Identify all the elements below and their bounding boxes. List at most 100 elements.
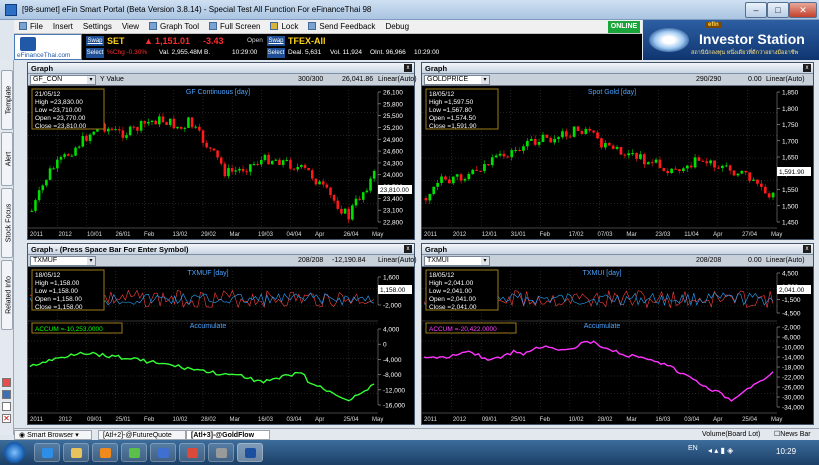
menu-insert[interactable]: Insert [48, 20, 78, 34]
flow-chart[interactable]: TXMUF [day] 18/05/12 High =1,158.00 Low =1,… [28, 267, 414, 424]
scale-mode[interactable]: Linear(Auto) [378, 75, 417, 85]
candle-body [238, 168, 241, 171]
page-icon[interactable] [2, 402, 11, 411]
graph-tool-icon [149, 22, 158, 30]
panel-header: Graph x [422, 244, 813, 255]
scale-mode[interactable]: Linear(Auto) [766, 75, 805, 85]
close-button[interactable]: ✕ [789, 2, 817, 18]
tab-gold-flow[interactable]: [Atl+3]-@GoldFlow [186, 430, 270, 440]
taskbar-app-4[interactable] [208, 443, 234, 462]
scale-mode[interactable]: Linear(Auto) [766, 256, 805, 266]
y-tick-label: 1,650 [782, 155, 799, 162]
menu-view[interactable]: View [117, 20, 144, 34]
taskbar-efin[interactable] [237, 443, 263, 462]
tray-icons[interactable]: ◂ ▴ ▮ ◈ [708, 446, 733, 455]
start-button[interactable] [4, 442, 25, 463]
candle-body [310, 170, 314, 179]
candle-body [77, 146, 81, 148]
y-tick-label: -12,000 [383, 387, 405, 394]
candle-body [603, 143, 607, 148]
taskbar-app-1[interactable] [121, 443, 147, 462]
y-tick-label: -4,500 [782, 311, 801, 318]
menu-debug[interactable]: Debug [380, 20, 414, 34]
tfex-select-button[interactable]: Select [267, 48, 285, 58]
taskbar-media[interactable] [92, 443, 118, 462]
series-title: GF Continuous [day] [186, 89, 250, 96]
symbol-dropdown[interactable]: GOLDPRICE ▾ [424, 75, 490, 85]
volume-board-lot[interactable]: Volume(Board Lot) [698, 430, 770, 440]
app-blue-icon [158, 448, 169, 458]
tfex-swap-button[interactable]: Swap [267, 36, 285, 46]
tab-stock-focus[interactable]: Stock Focus [1, 188, 13, 258]
candle-body [259, 159, 263, 165]
panel-toolbar: TXMUI ▾ 208/208 0.00 Linear(Auto) [422, 255, 813, 267]
maximize-button[interactable]: □ [767, 2, 789, 18]
candle-body [525, 140, 529, 147]
menu-full-screen[interactable]: Full Screen [204, 20, 265, 34]
candle-body [332, 195, 336, 201]
candle-body [600, 138, 603, 148]
panel-close-icon[interactable]: x [404, 245, 412, 253]
x-tick-label: 26/04 [344, 232, 360, 238]
scale-mode[interactable]: Linear(Auto) [378, 256, 417, 266]
smart-browser-tab[interactable]: ◉ Smart Browser ▾ [14, 430, 92, 440]
x-tick-label: May [771, 417, 782, 423]
candle-body [212, 148, 216, 151]
candle-body [576, 126, 580, 131]
tab-template[interactable]: Template [1, 70, 13, 130]
efinance-logo[interactable]: eFinanceThai.com [14, 34, 82, 60]
flow-chart[interactable]: TXMUI [day] 18/05/12 High =2,041.00 Low =2,… [422, 267, 813, 424]
minimize-button[interactable]: – [745, 2, 767, 18]
x-tick-label: Feb [144, 417, 155, 423]
set-select-button[interactable]: Select [86, 48, 104, 58]
y-tick-label: 24,600 [383, 149, 403, 156]
taskbar-app-2[interactable] [150, 443, 176, 462]
menu-file[interactable]: File [14, 20, 48, 34]
y-tick-label: 1,750 [782, 122, 799, 129]
x-tick-label: Mar [230, 417, 240, 423]
x-tick-label: 2012 [453, 417, 467, 423]
tab-related-info[interactable]: Related Info [1, 260, 13, 330]
save-icon[interactable] [2, 390, 11, 399]
ohlc-info-line: Close =2,041.00 [429, 304, 477, 311]
candle-body [759, 183, 763, 187]
y-tick-label: -16,000 [383, 403, 405, 410]
candle-body [693, 157, 697, 168]
record-icon[interactable] [2, 378, 11, 387]
investor-station-banner[interactable]: efin Investor Station สถานีนักลงทุน หนึ่… [643, 20, 819, 60]
taskbar-explorer[interactable] [63, 443, 89, 462]
clock[interactable]: 10:29 [776, 447, 796, 456]
ohlc-info-line: Low =23,710.00 [35, 107, 82, 114]
menu-send-feedback[interactable]: Send Feedback [303, 20, 380, 34]
tab-future-quote[interactable]: [Atl+2]-@FutureQuote [98, 430, 186, 440]
taskbar-app-3[interactable] [179, 443, 205, 462]
candlestick-chart[interactable]: GF Continuous [day] 21/05/12 High =23,830.… [28, 86, 414, 239]
folder-icon [71, 448, 82, 458]
symbol-dropdown[interactable]: GF_CON ▾ [30, 75, 96, 85]
set-swap-button[interactable]: Swap [86, 36, 104, 46]
candle-body [701, 160, 705, 162]
menu-settings[interactable]: Settings [78, 20, 117, 34]
menu-send-feedback-label: Send Feedback [319, 22, 376, 31]
candle-body [343, 208, 347, 214]
taskbar-ie[interactable] [34, 443, 60, 462]
delete-icon[interactable]: ✕ [2, 414, 11, 423]
news-bar-toggle[interactable]: ☐News Bar [770, 430, 818, 440]
menu-graph-tool[interactable]: Graph Tool [144, 20, 204, 34]
candle-body [340, 208, 343, 214]
candle-body [158, 116, 161, 125]
tab-alert[interactable]: Alert [1, 132, 13, 186]
menu-lock[interactable]: Lock [265, 20, 303, 34]
panel-close-icon[interactable]: x [803, 245, 811, 253]
candle-body [510, 150, 514, 158]
y-tick-label: -18,000 [782, 365, 804, 372]
x-tick-label: 07/03 [598, 232, 614, 238]
symbol-dropdown[interactable]: TXMUI ▾ [424, 256, 490, 266]
symbol-dropdown[interactable]: TXMUF ▾ [30, 256, 96, 266]
candle-body [41, 185, 45, 191]
panel-close-icon[interactable]: x [404, 64, 412, 72]
language-indicator[interactable]: EN [688, 445, 698, 452]
panel-close-icon[interactable]: x [803, 64, 811, 72]
ie-icon [42, 448, 53, 458]
candlestick-chart[interactable]: Spot Gold [day] 18/05/12 High =1,597.50 Low… [422, 86, 813, 239]
